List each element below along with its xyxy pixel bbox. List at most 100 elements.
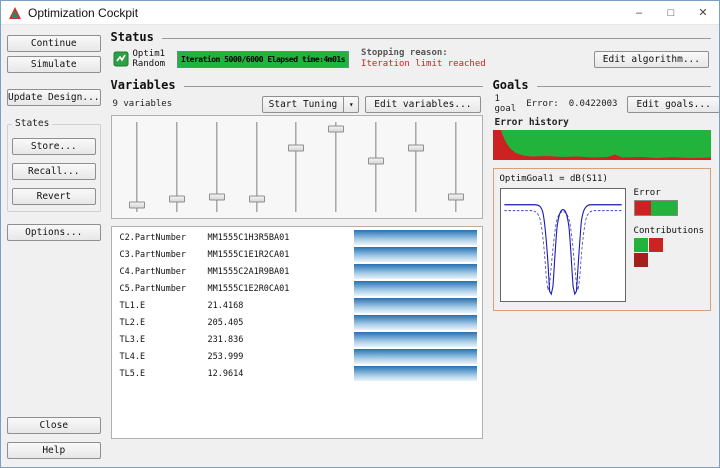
variable-slider[interactable] (160, 120, 194, 214)
variable-slider[interactable] (279, 120, 313, 214)
variable-slider[interactable] (319, 120, 353, 214)
status-row: Optim1 Random Iteration 5000/6000 Elapse… (111, 45, 711, 77)
titlebar[interactable]: Optimization Cockpit – □ ✕ (1, 1, 719, 25)
close-icon[interactable]: ✕ (687, 1, 719, 24)
variable-history-bar (353, 230, 477, 245)
variable-value: 205.405 (207, 317, 244, 328)
chevron-down-icon[interactable]: ▾ (344, 95, 360, 113)
optimizer-icon (113, 51, 129, 67)
slider-track (136, 122, 139, 212)
variable-history-bar (353, 349, 477, 364)
goals-section: Goals 1 goal Error: 0.0422003 Edit goals… (492, 77, 719, 439)
table-row[interactable]: TL2.E 205.405 (112, 314, 482, 331)
table-row[interactable]: C3.PartNumber MM1555C1E1R2CA01 (112, 246, 482, 263)
main-area: Status Optim1 Random Iteration 5000/6000… (107, 25, 719, 467)
start-tuning-label[interactable]: Start Tuning (261, 95, 345, 113)
close-button[interactable]: Close (7, 417, 101, 434)
edit-variables-button[interactable]: Edit variables... (365, 95, 481, 113)
optimizer-type: Random (132, 59, 166, 69)
goal-error-bar (633, 200, 678, 216)
help-button[interactable]: Help (7, 442, 101, 459)
slider-handle[interactable] (328, 125, 345, 133)
update-design-button[interactable]: Update Design... (7, 89, 101, 106)
states-group-label: States (12, 118, 53, 129)
slider-handle[interactable] (288, 144, 305, 152)
continue-button[interactable]: Continue (7, 35, 101, 52)
contributions-label: Contributions (633, 226, 704, 236)
variable-name: C5.PartNumber (119, 283, 187, 294)
iteration-progress-bar: Iteration 5000/6000 Elapsed time:4m01s (177, 50, 350, 68)
slider-handle[interactable] (367, 157, 384, 165)
table-row[interactable]: C4.PartNumber MM1555C2A1R9BA01 (112, 263, 482, 280)
error-value: 0.0422003 (568, 99, 618, 109)
slider-track (374, 122, 377, 212)
variable-value: 21.4168 (207, 300, 244, 311)
edit-goals-button[interactable]: Edit goals... (627, 95, 719, 113)
goal-error-label: Error (633, 188, 661, 198)
contribution-cell (648, 238, 663, 252)
variable-value: 12.9614 (207, 368, 244, 379)
variable-slider[interactable] (240, 120, 274, 214)
progress-text: Iteration 5000/6000 Elapsed time:4m01s (181, 54, 346, 64)
goals-heading: Goals (493, 77, 711, 93)
goal-panel[interactable]: OptimGoal1 = dB(S11) Error Contributions (492, 168, 711, 311)
slider-track (335, 122, 338, 212)
variable-name: TL4.E (119, 351, 146, 362)
goal-response-plot (499, 188, 626, 302)
slider-handle[interactable] (447, 193, 464, 201)
goal-title: OptimGoal1 = dB(S11) (499, 174, 608, 184)
variable-value: MM1555C1H3R5BA01 (207, 232, 290, 243)
variables-section: Variables 9 variables Start Tuning ▾ Edi… (110, 77, 483, 439)
table-row[interactable]: TL5.E 12.9614 (112, 365, 482, 382)
revert-button[interactable]: Revert (12, 188, 96, 205)
stopping-reason-label: Stopping reason: (361, 48, 448, 58)
store-button[interactable]: Store... (12, 138, 96, 155)
variable-slider[interactable] (200, 120, 234, 214)
recall-button[interactable]: Recall... (12, 163, 96, 180)
slider-handle[interactable] (407, 144, 424, 152)
edit-algorithm-button[interactable]: Edit algorithm... (593, 50, 709, 68)
error-history-label: Error history (494, 117, 569, 128)
variables-toolbar: 9 variables Start Tuning ▾ Edit variable… (111, 93, 483, 115)
simulate-button[interactable]: Simulate (7, 56, 101, 73)
variable-slider[interactable] (439, 120, 473, 214)
window-content: Continue Simulate Update Design... State… (1, 25, 719, 467)
variable-slider[interactable] (359, 120, 393, 214)
slider-handle[interactable] (169, 195, 186, 203)
variable-value: 253.999 (207, 351, 244, 362)
variable-slider[interactable] (399, 120, 433, 214)
variable-history-bar (353, 298, 477, 313)
status-heading: Status (111, 29, 711, 45)
variable-history-bar (353, 264, 477, 279)
variable-sliders-panel (110, 115, 483, 219)
contribution-cell (633, 253, 648, 267)
table-row[interactable]: TL4.E 253.999 (112, 348, 482, 365)
variable-history-bar (353, 281, 477, 296)
options-button[interactable]: Options... (7, 224, 101, 241)
states-group: States Store... Recall... Revert (7, 118, 101, 212)
variable-value: MM1555C1E2R0CA01 (207, 283, 290, 294)
slider-handle[interactable] (208, 193, 225, 201)
variable-name: TL2.E (119, 317, 146, 328)
slider-handle[interactable] (248, 195, 265, 203)
start-tuning-dropdown[interactable]: Start Tuning ▾ (261, 95, 360, 113)
table-row[interactable]: TL1.E 21.4168 (112, 297, 482, 314)
table-row[interactable]: C5.PartNumber MM1555C1E2R0CA01 (112, 280, 482, 297)
variable-history-bar (353, 247, 477, 262)
variables-heading: Variables (111, 77, 483, 93)
table-row[interactable]: TL3.E 231.836 (112, 331, 482, 348)
goal-count: 1 goal (494, 94, 517, 114)
table-row[interactable]: C2.PartNumber MM1555C1H3R5BA01 (112, 229, 482, 246)
slider-handle[interactable] (129, 201, 146, 209)
variable-name: TL1.E (119, 300, 146, 311)
variable-name: C4.PartNumber (119, 266, 187, 277)
contributions-grid (633, 238, 664, 267)
maximize-icon[interactable]: □ (655, 1, 687, 24)
variables-count: 9 variables (112, 99, 173, 109)
error-label: Error: (526, 99, 559, 109)
sidebar-bottom: Close Help (7, 413, 101, 459)
variables-table: C2.PartNumber MM1555C1H3R5BA01 C3.PartNum… (110, 226, 483, 439)
variable-slider[interactable] (120, 120, 154, 214)
minimize-icon[interactable]: – (623, 1, 655, 24)
